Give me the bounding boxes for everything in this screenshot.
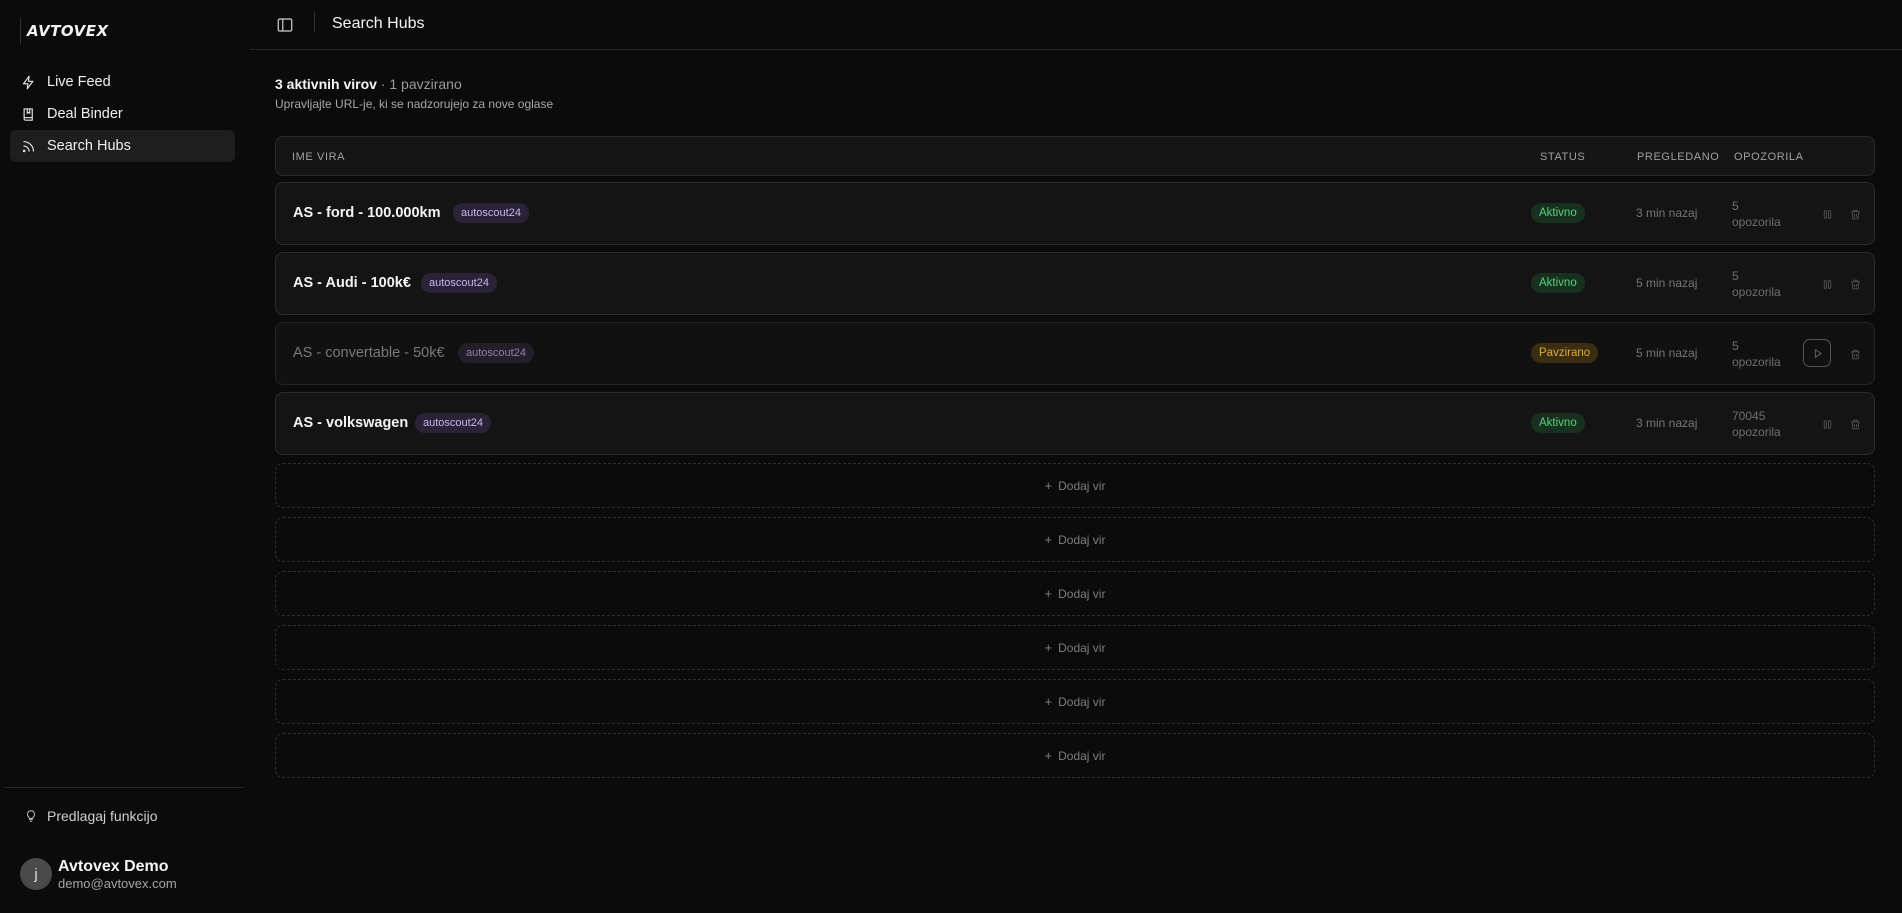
zap-icon [20, 74, 36, 90]
play-icon [1814, 348, 1822, 358]
reviewed-time: 5 min nazaj [1636, 346, 1698, 360]
header-divider [314, 12, 315, 32]
paused-count: · 1 pavzirano [376, 76, 462, 92]
sidebar-item-deal-binder[interactable]: Deal Binder [10, 98, 235, 130]
plus-icon: + [1044, 748, 1053, 763]
add-source-button[interactable]: + Dodaj vir [275, 463, 1875, 508]
pause-button[interactable] [1817, 204, 1837, 224]
delete-button[interactable] [1845, 204, 1865, 224]
plus-icon: + [1044, 532, 1053, 547]
pause-icon [1823, 279, 1831, 289]
logo[interactable]: AVTOVEX [20, 18, 109, 44]
trash-icon [1850, 349, 1860, 359]
delete-button[interactable] [1845, 344, 1865, 364]
plus-icon: + [1044, 478, 1053, 493]
plus-icon: + [1044, 694, 1053, 709]
page-title: Search Hubs [332, 15, 425, 32]
add-source-button[interactable]: + Dodaj vir [275, 571, 1875, 616]
column-header-name: IME VIRA [292, 151, 346, 163]
table-header: IME VIRA STATUS PREGLEDANO OPOZORILA [275, 136, 1875, 176]
pause-icon [1823, 209, 1831, 219]
reviewed-time: 3 min nazaj [1636, 206, 1698, 220]
book-icon [20, 106, 36, 122]
pause-button[interactable] [1817, 274, 1837, 294]
delete-button[interactable] [1845, 274, 1865, 294]
header: Search Hubs [250, 0, 1902, 50]
column-header-status: STATUS [1540, 151, 1586, 163]
reviewed-time: 3 min nazaj [1636, 416, 1698, 430]
status-badge: Aktivno [1531, 273, 1585, 293]
active-count: 3 aktivnih virov [275, 76, 377, 92]
source-tag: autoscout24 [458, 343, 534, 363]
source-name: AS - Audi - 100k€ [293, 275, 411, 291]
source-name: AS - ford - 100.000km [293, 205, 441, 221]
status-badge: Pavzirano [1531, 343, 1599, 363]
table-row[interactable]: AS - Audi - 100k€ autoscout24 Aktivno 5 … [275, 252, 1875, 315]
status-badge: Aktivno [1531, 203, 1585, 223]
sidebar-item-search-hubs[interactable]: Search Hubs [10, 130, 235, 162]
column-header-reviewed: PREGLEDANO [1637, 151, 1720, 163]
suggest-feature-label: Predlagaj funkcijo [47, 808, 158, 824]
pause-icon [1823, 419, 1831, 429]
reviewed-time: 5 min nazaj [1636, 276, 1698, 290]
status-badge: Aktivno [1531, 413, 1585, 433]
avatar: j [20, 858, 52, 890]
plus-icon: + [1044, 640, 1053, 655]
source-tag: autoscout24 [421, 273, 497, 293]
pause-button[interactable] [1817, 414, 1837, 434]
trash-icon [1850, 419, 1860, 429]
sidebar-divider [5, 787, 243, 788]
add-source-button[interactable]: + Dodaj vir [275, 625, 1875, 670]
source-name: AS - volkswagen [293, 415, 409, 431]
user-name: Avtovex Demo [58, 858, 169, 875]
add-source-button[interactable]: + Dodaj vir [275, 679, 1875, 724]
source-tag: autoscout24 [453, 203, 529, 223]
sidebar: AVTOVEX Live Feed Deal Binder Search Hub… [0, 0, 250, 913]
sources-summary: 3 aktivnih virov · 1 pavzirano [275, 76, 462, 92]
alerts-count: 5 opozorila [1732, 199, 1781, 229]
table-row[interactable]: AS - volkswagen autoscout24 Aktivno 3 mi… [275, 392, 1875, 455]
sidebar-nav: Live Feed Deal Binder Search Hubs [10, 66, 235, 162]
alerts-count: 70045 opozorila [1732, 409, 1781, 439]
user-email: demo@avtovex.com [58, 876, 177, 891]
plus-icon: + [1044, 586, 1053, 601]
add-source-button[interactable]: + Dodaj vir [275, 733, 1875, 778]
sidebar-item-label: Deal Binder [47, 106, 123, 122]
trash-icon [1850, 209, 1860, 219]
trash-icon [1850, 279, 1860, 289]
add-source-button[interactable]: + Dodaj vir [275, 517, 1875, 562]
lightbulb-icon [26, 810, 36, 822]
delete-button[interactable] [1845, 414, 1865, 434]
sidebar-toggle-button[interactable] [276, 16, 294, 34]
suggest-feature-button[interactable]: Predlagaj funkcijo [24, 808, 158, 824]
column-header-alerts: OPOZORILA [1734, 151, 1804, 163]
resume-button[interactable] [1803, 339, 1831, 367]
sidebar-item-label: Search Hubs [47, 138, 131, 154]
alerts-count: 5 opozorila [1732, 339, 1781, 369]
sidebar-item-label: Live Feed [47, 74, 111, 90]
page-subtitle: Upravljajte URL-je, ki se nadzorujejo za… [275, 97, 554, 111]
table-row[interactable]: AS - convertable - 50k€ autoscout24 Pavz… [275, 322, 1875, 385]
table-row[interactable]: AS - ford - 100.000km autoscout24 Aktivn… [275, 182, 1875, 245]
sidebar-item-live-feed[interactable]: Live Feed [10, 66, 235, 98]
sidebar-toggle-icon [277, 18, 293, 32]
alerts-count: 5 opozorila [1732, 269, 1781, 299]
rss-icon [20, 138, 36, 154]
source-tag: autoscout24 [415, 413, 491, 433]
user-profile[interactable]: j Avtovex Demo demo@avtovex.com [20, 857, 177, 891]
source-name: AS - convertable - 50k€ [293, 345, 445, 361]
